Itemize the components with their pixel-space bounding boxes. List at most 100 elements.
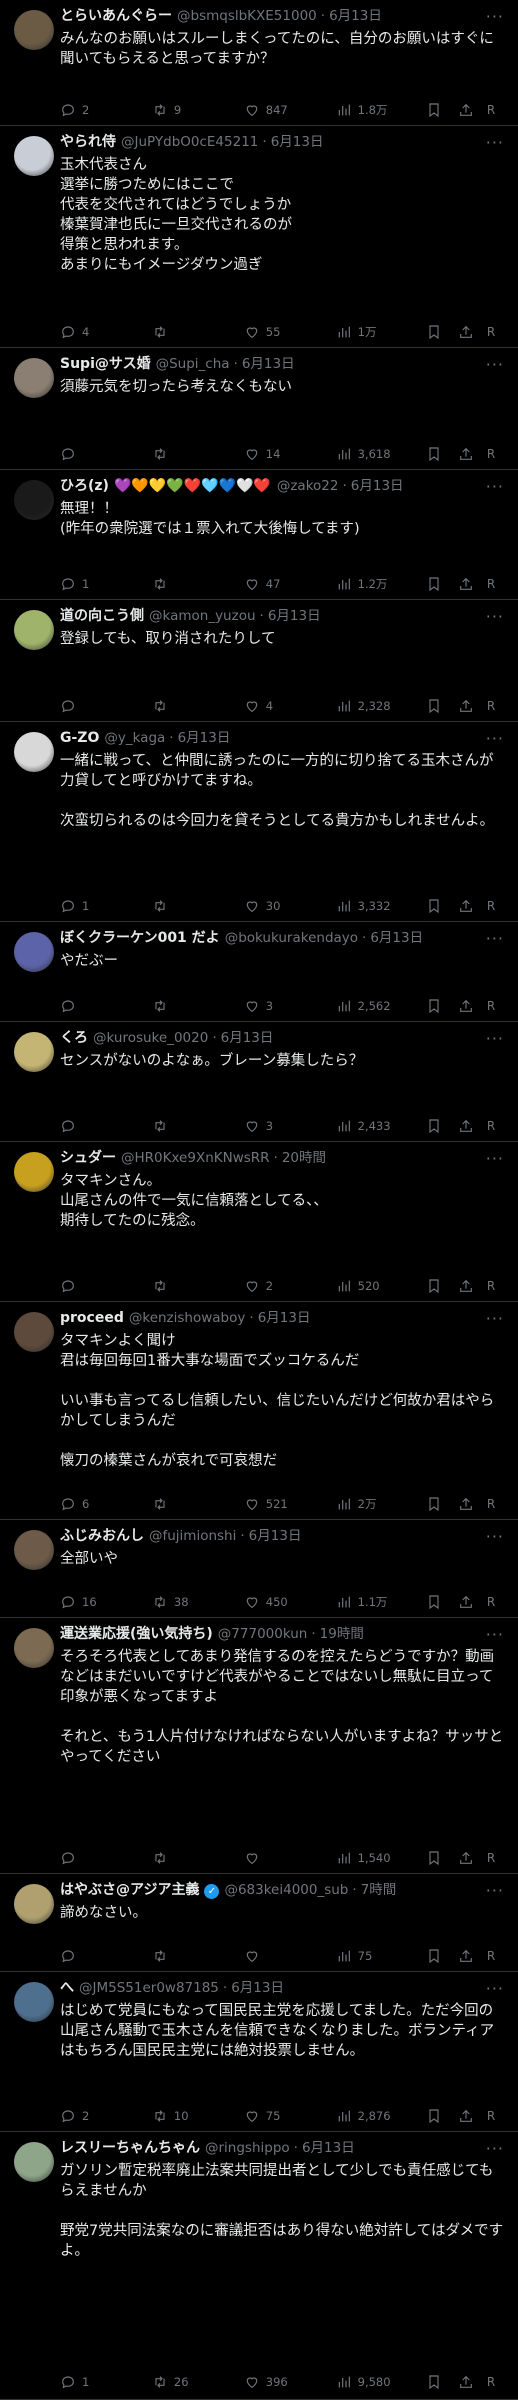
timestamp[interactable]: 6月13日: [221, 1029, 274, 1047]
views-button[interactable]: 1.2万: [336, 576, 426, 592]
retweet-button[interactable]: [152, 1948, 244, 1964]
avatar[interactable]: [14, 2142, 54, 2182]
user-handle[interactable]: @kenzishowaboy: [129, 1309, 246, 1327]
timestamp[interactable]: 6月13日: [258, 1309, 311, 1327]
more-icon[interactable]: ···: [486, 1029, 504, 1048]
retweet-button[interactable]: [152, 324, 244, 340]
reply-button[interactable]: [60, 698, 152, 714]
like-button[interactable]: 2: [244, 1278, 336, 1294]
retweet-button[interactable]: 38: [152, 1594, 244, 1610]
user-handle[interactable]: @kurosuke_0020: [93, 1029, 208, 1047]
avatar[interactable]: [14, 1032, 54, 1072]
retweet-button[interactable]: [152, 1118, 244, 1134]
timestamp[interactable]: 6月13日: [249, 1527, 302, 1545]
more-icon[interactable]: ···: [486, 729, 504, 748]
translate-button[interactable]: R: [487, 1279, 506, 1293]
avatar[interactable]: [14, 1628, 54, 1668]
reply-button[interactable]: 6: [60, 1496, 152, 1512]
avatar[interactable]: [14, 1530, 54, 1570]
more-icon[interactable]: ···: [486, 477, 504, 496]
like-button[interactable]: 396: [244, 2374, 336, 2390]
avatar[interactable]: [14, 610, 54, 650]
tweet[interactable]: Supi@サス婚 @Supi_cha · 6月13日 ··· 須藤元気を切ったら考えなくも…: [0, 348, 518, 470]
tweet[interactable]: ふじみおんし @fujimionshi · 6月13日 ··· 全部いや 16 38 450 1.…: [0, 1520, 518, 1618]
avatar[interactable]: [14, 358, 54, 398]
like-button[interactable]: [244, 1948, 336, 1964]
retweet-button[interactable]: [152, 898, 244, 914]
user-handle[interactable]: @Supi_cha: [156, 355, 230, 373]
tweet[interactable]: はやぶさ@アジア主義 ✓ @683kei4000_sub · 7時間 ··· 諦めなさい。 7…: [0, 1874, 518, 1972]
user-handle[interactable]: @683kei4000_sub: [224, 1881, 348, 1899]
reply-button[interactable]: [60, 1118, 152, 1134]
more-icon[interactable]: ···: [486, 1149, 504, 1168]
views-button[interactable]: 2,876: [336, 2108, 426, 2124]
translate-button[interactable]: R: [487, 103, 506, 117]
views-button[interactable]: 1万: [336, 324, 426, 340]
share-button[interactable]: [458, 446, 487, 462]
timestamp[interactable]: 6月13日: [178, 729, 231, 747]
translate-button[interactable]: R: [487, 577, 506, 591]
timestamp[interactable]: 6月13日: [302, 2139, 355, 2157]
bookmark-button[interactable]: [426, 1850, 459, 1866]
avatar[interactable]: [14, 480, 54, 520]
display-name[interactable]: ふじみおんし: [60, 1527, 144, 1545]
retweet-button[interactable]: 26: [152, 2374, 244, 2390]
share-button[interactable]: [458, 898, 487, 914]
reply-button[interactable]: 2: [60, 102, 152, 118]
reply-button[interactable]: [60, 998, 152, 1014]
views-button[interactable]: 2,433: [336, 1118, 426, 1134]
like-button[interactable]: 47: [244, 576, 336, 592]
views-button[interactable]: 1.1万: [336, 1594, 426, 1610]
share-button[interactable]: [458, 1278, 487, 1294]
avatar[interactable]: [14, 10, 54, 50]
more-icon[interactable]: ···: [486, 133, 504, 152]
more-icon[interactable]: ···: [486, 7, 504, 26]
user-handle[interactable]: @777000kun: [218, 1625, 308, 1643]
translate-button[interactable]: R: [487, 1851, 506, 1865]
more-icon[interactable]: ···: [486, 1527, 504, 1546]
more-icon[interactable]: ···: [486, 355, 504, 374]
bookmark-button[interactable]: [426, 446, 459, 462]
translate-button[interactable]: R: [487, 1595, 506, 1609]
reply-button[interactable]: 2: [60, 2108, 152, 2124]
share-button[interactable]: [458, 1118, 487, 1134]
display-name[interactable]: 道の向こう側: [60, 607, 144, 625]
timestamp[interactable]: 6月13日: [351, 477, 404, 495]
tweet[interactable]: proceed @kenzishowaboy · 6月13日 ··· タマキンよく聞け 君…: [0, 1302, 518, 1520]
display-name[interactable]: ひろ(z): [60, 477, 109, 495]
reply-button[interactable]: [60, 1278, 152, 1294]
bookmark-button[interactable]: [426, 1118, 459, 1134]
retweet-button[interactable]: [152, 446, 244, 462]
retweet-button[interactable]: [152, 1278, 244, 1294]
tweet[interactable]: くろ @kurosuke_0020 · 6月13日 ··· センスがないのよなぁ。ブレーン…: [0, 1022, 518, 1142]
share-button[interactable]: [458, 1948, 487, 1964]
user-handle[interactable]: @HR0Kxe9XnKNwsRR: [121, 1149, 270, 1167]
share-button[interactable]: [458, 698, 487, 714]
more-icon[interactable]: ···: [486, 1309, 504, 1328]
avatar[interactable]: [14, 1312, 54, 1352]
views-button[interactable]: 3,332: [336, 898, 426, 914]
more-icon[interactable]: ···: [486, 1979, 504, 1998]
translate-button[interactable]: R: [487, 2109, 506, 2123]
bookmark-button[interactable]: [426, 2108, 459, 2124]
bookmark-button[interactable]: [426, 698, 459, 714]
bookmark-button[interactable]: [426, 1948, 459, 1964]
timestamp[interactable]: 7時間: [361, 1881, 397, 1899]
reply-button[interactable]: 4: [60, 324, 152, 340]
user-handle[interactable]: @fujimionshi: [149, 1527, 236, 1545]
translate-button[interactable]: R: [487, 1119, 506, 1133]
display-name[interactable]: 運送業応援(強い気持ち): [60, 1625, 213, 1643]
share-button[interactable]: [458, 1850, 487, 1866]
views-button[interactable]: 520: [336, 1278, 426, 1294]
share-button[interactable]: [458, 102, 487, 118]
retweet-button[interactable]: [152, 576, 244, 592]
display-name[interactable]: とらいあんぐらー: [60, 7, 172, 25]
views-button[interactable]: 3,618: [336, 446, 426, 462]
timestamp[interactable]: 6月13日: [268, 607, 321, 625]
like-button[interactable]: 55: [244, 324, 336, 340]
tweet[interactable]: とらいあんぐらー @bsmqslbKXE51000 · 6月13日 ··· みんなのお願い…: [0, 0, 518, 126]
translate-button[interactable]: R: [487, 1949, 506, 1963]
timestamp[interactable]: 20時間: [282, 1149, 326, 1167]
timestamp[interactable]: 6月13日: [242, 355, 295, 373]
tweet[interactable]: へ @JM5S51er0w87185 · 6月13日 ··· はじめて党員にもなって国民民…: [0, 1972, 518, 2132]
